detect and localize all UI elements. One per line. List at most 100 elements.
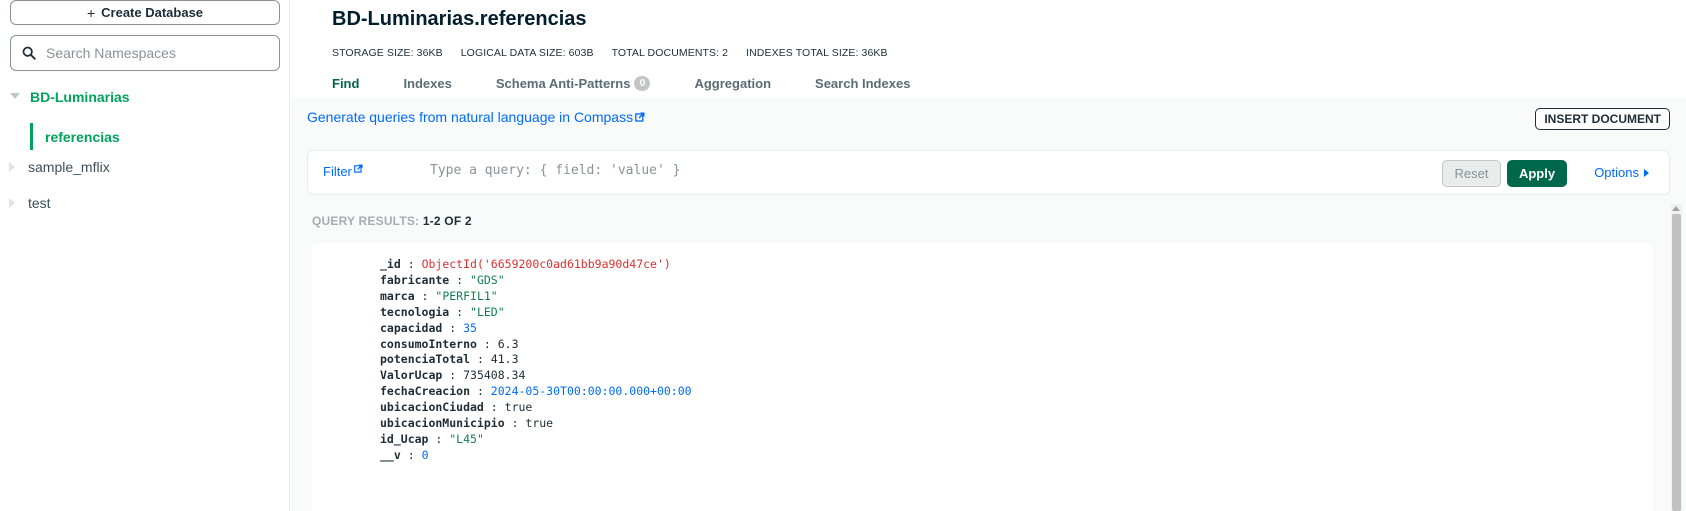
- field-key: tecnologia: [380, 304, 450, 319]
- document-field-row[interactable]: ubicacionCiudad : true: [380, 400, 692, 416]
- field-key: ValorUcap: [380, 368, 443, 383]
- field-key: marca: [380, 288, 415, 303]
- document-field-row[interactable]: consumoInterno : 6.3: [380, 337, 692, 353]
- document-field-row[interactable]: tecnologia : "LED": [380, 305, 692, 321]
- tab-label: Aggregation: [694, 76, 772, 91]
- natural-language-link-label: Generate queries from natural language i…: [307, 109, 634, 125]
- field-separator: :: [470, 352, 491, 367]
- scrollbar-thumb[interactable]: [1672, 214, 1681, 511]
- caret-right-icon[interactable]: [6, 196, 20, 210]
- field-value: "L45": [449, 431, 484, 446]
- field-value: true: [525, 416, 554, 431]
- tab-indexes[interactable]: Indexes: [403, 76, 451, 91]
- tab-aggregation[interactable]: Aggregation: [694, 76, 771, 91]
- field-key: ubicacionMunicipio: [380, 416, 505, 431]
- document-field-row[interactable]: __v : 0: [380, 448, 692, 464]
- field-value: "PERFIL1": [435, 288, 498, 303]
- create-database-label: Create Database: [101, 5, 204, 20]
- plus-icon: +: [86, 4, 96, 21]
- stat-logical-data-size: LOGICAL DATA SIZE: 603B: [460, 47, 594, 59]
- document-field-row[interactable]: id_Ucap : "L45": [380, 432, 692, 448]
- document-fields: _id : ObjectId('6659200c0ad61bb9a90d47ce…: [380, 257, 692, 464]
- stat-storage-size: STORAGE SIZE: 36KB: [332, 47, 443, 59]
- field-separator: :: [483, 400, 505, 415]
- field-separator: :: [470, 384, 491, 399]
- query-bar: Filter Reset Apply Options: [307, 150, 1670, 195]
- field-key: __v: [380, 447, 401, 462]
- caret-down-icon[interactable]: [8, 90, 22, 104]
- sidebar-db-bd-luminarias[interactable]: BD-Luminarias: [0, 89, 130, 105]
- tab-label: Find: [332, 76, 360, 91]
- search-icon: [22, 46, 36, 60]
- document-field-row[interactable]: ValorUcap : 735408.34: [380, 368, 692, 384]
- apply-button[interactable]: Apply: [1507, 160, 1567, 187]
- document-card[interactable]: _id : ObjectId('6659200c0ad61bb9a90d47ce…: [312, 243, 1653, 511]
- field-key: ubicacionCiudad: [380, 400, 484, 415]
- sidebar-collection-referencias[interactable]: referencias: [30, 123, 120, 150]
- sidebar-db-sample-mflix[interactable]: sample_mflix: [0, 159, 110, 175]
- count-badge: 0: [634, 76, 651, 91]
- query-results-prefix: QUERY RESULTS:: [312, 214, 420, 228]
- tab-search-indexes[interactable]: Search Indexes: [815, 76, 910, 91]
- options-label: Options: [1594, 165, 1639, 180]
- tab-label: Schema Anti-Patterns: [495, 76, 631, 91]
- tab-find[interactable]: Find: [332, 76, 359, 91]
- filter-query-input[interactable]: [430, 163, 1030, 178]
- field-separator: :: [449, 272, 471, 287]
- field-value: 2024-05-30T00:00:00.000+00:00: [490, 384, 692, 399]
- field-separator: :: [400, 257, 422, 271]
- options-button[interactable]: Options: [1594, 165, 1649, 180]
- document-field-row[interactable]: fechaCreacion : 2024-05-30T00:00:00.000+…: [380, 384, 692, 400]
- field-separator: :: [400, 447, 422, 462]
- field-key: capacidad: [380, 320, 443, 335]
- apply-label: Apply: [1518, 166, 1556, 181]
- caret-right-icon[interactable]: [6, 160, 20, 174]
- document-field-row[interactable]: potenciaTotal : 41.3: [380, 352, 692, 368]
- scroll-up-arrow-icon[interactable]: [1672, 206, 1680, 211]
- field-key: potenciaTotal: [380, 352, 471, 367]
- reset-button[interactable]: Reset: [1442, 160, 1501, 187]
- field-separator: :: [442, 368, 464, 383]
- field-value: ObjectId('6659200c0ad61bb9a90d47ce'): [421, 257, 671, 271]
- find-content: Generate queries from natural language i…: [291, 98, 1686, 511]
- document-field-row[interactable]: _id : ObjectId('6659200c0ad61bb9a90d47ce…: [380, 257, 692, 273]
- field-separator: :: [428, 431, 450, 446]
- field-value: 35: [463, 320, 477, 335]
- field-separator: :: [504, 416, 526, 431]
- main-panel: BD-Luminarias.referencias STORAGE SIZE: …: [291, 0, 1686, 511]
- tab-label: Search Indexes: [815, 76, 911, 91]
- filter-link[interactable]: Filter: [323, 164, 363, 179]
- external-link-icon: [635, 112, 645, 122]
- stat-total-documents: TOTAL DOCUMENTS: 2: [611, 47, 729, 59]
- caret-right-icon: [1644, 168, 1649, 177]
- sidebar-collection-label: referencias: [45, 128, 120, 145]
- collection-stats: STORAGE SIZE: 36KB LOGICAL DATA SIZE: 60…: [332, 47, 888, 59]
- natural-language-link[interactable]: Generate queries from natural language i…: [307, 109, 645, 125]
- search-namespaces-input[interactable]: [46, 45, 266, 61]
- create-database-button[interactable]: + Create Database: [10, 0, 280, 25]
- document-field-row[interactable]: marca : "PERFIL1": [380, 289, 692, 305]
- field-key: id_Ucap: [380, 431, 429, 446]
- query-results-label: QUERY RESULTS: 1-2 OF 2: [312, 214, 472, 228]
- external-link-icon: [354, 164, 363, 173]
- sidebar-db-label: test: [28, 195, 51, 211]
- document-field-row[interactable]: ubicacionMunicipio : true: [380, 416, 692, 432]
- field-key: _id: [380, 257, 401, 271]
- filter-label: Filter: [323, 164, 352, 179]
- field-value: "LED": [470, 304, 505, 319]
- document-field-row[interactable]: capacidad : 35: [380, 321, 692, 337]
- document-field-row[interactable]: fabricante : "GDS": [380, 273, 692, 289]
- page-title: BD-Luminarias.referencias: [332, 8, 587, 30]
- sidebar: + Create Database BD-Luminarias referenc…: [0, 0, 290, 511]
- field-separator: :: [414, 288, 436, 303]
- query-results-count: 1-2 OF 2: [422, 214, 472, 228]
- field-key: consumoInterno: [380, 336, 477, 351]
- collection-tabs: Find Indexes Schema Anti-Patterns 0 Aggr…: [332, 76, 954, 91]
- field-separator: :: [442, 320, 464, 335]
- sidebar-db-label: sample_mflix: [28, 159, 110, 175]
- field-separator: :: [476, 336, 498, 351]
- insert-document-button[interactable]: INSERT DOCUMENT: [1535, 108, 1670, 130]
- sidebar-db-test[interactable]: test: [0, 195, 51, 211]
- tab-schema-anti-patterns[interactable]: Schema Anti-Patterns 0: [496, 76, 651, 91]
- search-namespaces-box[interactable]: [10, 35, 280, 71]
